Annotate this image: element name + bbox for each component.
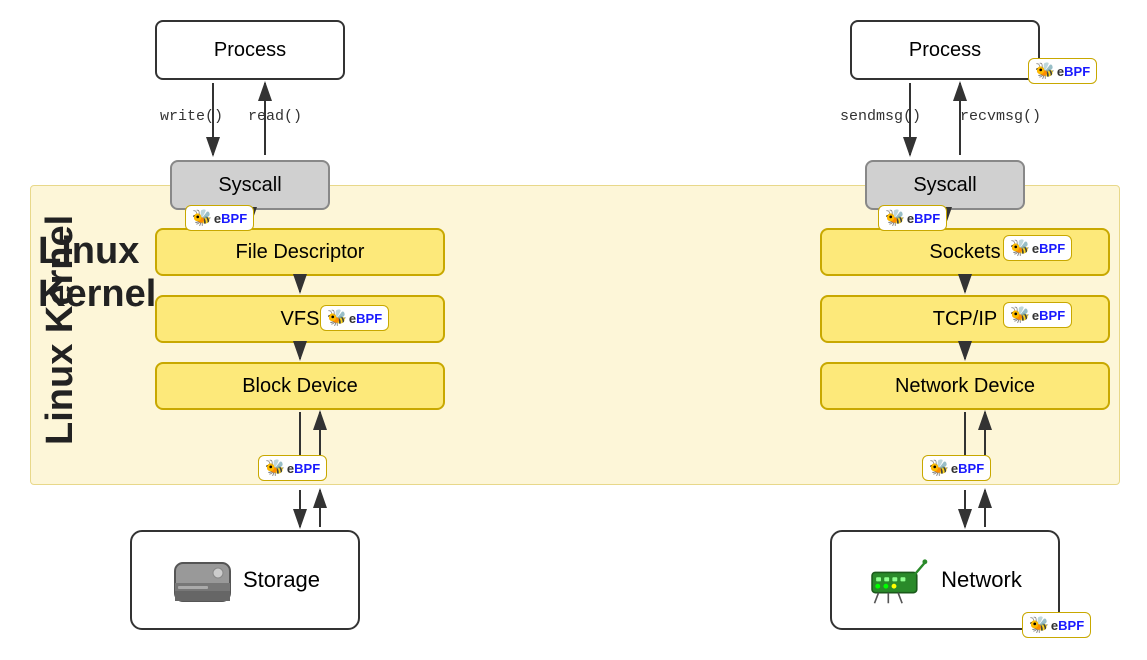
network-device-box: Network Device (820, 362, 1110, 410)
process-right-label: Process (909, 39, 981, 62)
ebpf-pr-text: eBPF (1057, 64, 1090, 79)
tcpip-label: TCP/IP (933, 308, 997, 331)
syscall-left-box: Syscall (170, 160, 330, 210)
ebpf-network-box: 🐝 eBPF (1022, 612, 1091, 638)
ebpf-tcpip: 🐝 eBPF (1003, 302, 1072, 328)
ebpf-sockets: 🐝 eBPF (1003, 235, 1072, 261)
ebpf-nd-bee-icon: 🐝 (929, 458, 949, 478)
write-call-label: write() (160, 108, 223, 125)
ebpf-vfs: 🐝 eBPF (320, 305, 389, 331)
ebpf-block-device: 🐝 eBPF (258, 455, 327, 481)
ebpf-nb-bee-icon: 🐝 (1029, 615, 1049, 635)
vfs-box: VFS (155, 295, 445, 343)
ebpf-bd-text: eBPF (287, 461, 320, 476)
file-descriptor-label: File Descriptor (236, 241, 365, 264)
file-descriptor-box: File Descriptor (155, 228, 445, 276)
network-device-label: Network Device (895, 375, 1035, 398)
ebpf-tcp-text: eBPF (1032, 308, 1065, 323)
ebpf-text: eBPF (214, 211, 247, 226)
ebpf-syscall-left: 🐝 eBPF (185, 205, 254, 231)
recvmsg-call-label: recvmsg() (960, 108, 1041, 125)
ebpf-tcp-bee-icon: 🐝 (1010, 305, 1030, 325)
storage-box: Storage (130, 530, 360, 630)
storage-label: Storage (243, 567, 320, 593)
hdd-icon (170, 548, 235, 613)
block-device-box: Block Device (155, 362, 445, 410)
network-label: Network (941, 567, 1022, 593)
ebpf-sk-text: eBPF (1032, 241, 1065, 256)
ebpf-bd-bee-icon: 🐝 (265, 458, 285, 478)
syscall-right-label: Syscall (913, 174, 976, 197)
ebpf-nd-text: eBPF (951, 461, 984, 476)
ebpf-bee-icon: 🐝 (192, 208, 212, 228)
ebpf-nb-text: eBPF (1051, 618, 1084, 633)
sendmsg-call-label: sendmsg() (840, 108, 921, 125)
sockets-label: Sockets (929, 241, 1000, 264)
syscall-right-box: Syscall (865, 160, 1025, 210)
syscall-left-label: Syscall (218, 174, 281, 197)
read-call-label: read() (248, 108, 302, 125)
kernel-label-text: LinuxKernel (38, 230, 108, 316)
process-right-box: Process (850, 20, 1040, 80)
ebpf-vfs-bee-icon: 🐝 (327, 308, 347, 328)
ebpf-sr-text: eBPF (907, 211, 940, 226)
ebpf-sk-bee-icon: 🐝 (1010, 238, 1030, 258)
ebpf-sr-bee-icon: 🐝 (885, 208, 905, 228)
diagram: Linux Kernel LinuxKernel (0, 0, 1147, 660)
router-icon (868, 548, 933, 613)
ebpf-pr-bee-icon: 🐝 (1035, 61, 1055, 81)
process-left-label: Process (214, 39, 286, 62)
block-device-label: Block Device (242, 375, 358, 398)
ebpf-vfs-text: eBPF (349, 311, 382, 326)
ebpf-network-device: 🐝 eBPF (922, 455, 991, 481)
process-left-box: Process (155, 20, 345, 80)
ebpf-process-right: 🐝 eBPF (1028, 58, 1097, 84)
vfs-label: VFS (281, 308, 320, 331)
ebpf-syscall-right: 🐝 eBPF (878, 205, 947, 231)
